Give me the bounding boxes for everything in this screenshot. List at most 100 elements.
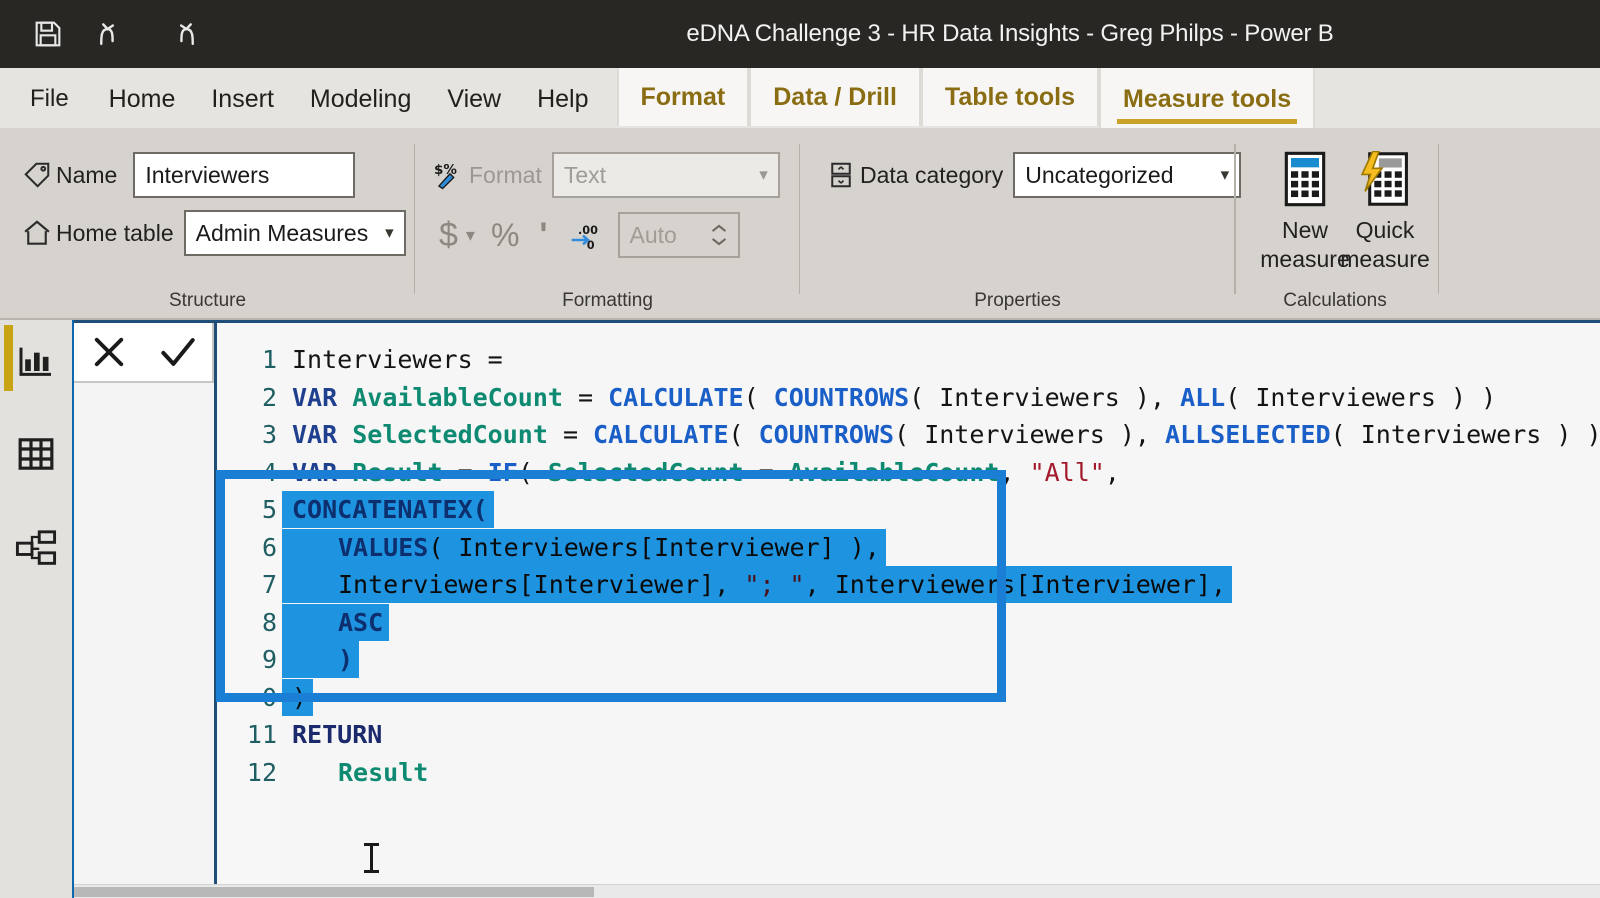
tab-home[interactable]: Home: [91, 68, 194, 130]
dax-formula-panel: 1 2 3 4 5 6 7 8 9 0 11 12 Interviewers = VAR Availab…: [74, 320, 1600, 898]
home-icon: [18, 218, 56, 248]
group-label-formatting: Formatting: [562, 290, 653, 311]
tab-file[interactable]: File: [0, 68, 91, 130]
data-category-row: Data category Uncategorized ▾: [822, 152, 1242, 198]
code-line[interactable]: VAR Result = IF( SelectedCount = Availab…: [282, 454, 1126, 491]
svg-text:$%: $%: [434, 162, 457, 178]
home-table-row: Home table Admin Measures ▾: [18, 210, 406, 256]
data-category-label: Data category: [860, 161, 1004, 188]
line-number: 8: [261, 607, 277, 637]
code-token: , Interviewers[Interviewer],: [804, 570, 1227, 599]
tab-view[interactable]: View: [429, 68, 519, 130]
format-select[interactable]: Text ▾: [551, 152, 780, 198]
code-line[interactable]: ): [282, 678, 314, 716]
formula-commit-buttons: [74, 323, 214, 383]
code-token: Interviewers[Interviewer],: [338, 570, 745, 599]
code-token: VAR: [292, 382, 353, 412]
scrollbar-thumb[interactable]: [74, 887, 594, 897]
sidebar-item-model-view[interactable]: [0, 512, 72, 584]
quick-measure-button[interactable]: Quick measure: [1331, 148, 1439, 275]
code-token: SelectedCount: [547, 457, 744, 487]
cancel-formula-button[interactable]: [83, 326, 135, 378]
code-line[interactable]: CONCATENATEX(: [282, 491, 494, 528]
code-line[interactable]: Interviewers =: [282, 341, 509, 378]
svg-text:.00: .00: [578, 224, 598, 237]
line-number: 4: [261, 457, 277, 487]
line-number-gutter: 1 2 3 4 5 6 7 8 9 0 11 12: [214, 323, 282, 898]
format-row: $% Format Text ▾: [431, 152, 780, 198]
code-token: CONCATENATEX(: [292, 495, 488, 524]
sidebar-item-report-view[interactable]: [0, 325, 72, 397]
accept-formula-button[interactable]: [152, 326, 204, 378]
tab-modeling[interactable]: Modeling: [292, 68, 429, 130]
tab-help[interactable]: Help: [519, 68, 606, 130]
code-token: ( Interviewers ),: [909, 382, 1181, 412]
code-token: IF: [487, 457, 518, 487]
home-table-value: Admin Measures: [195, 219, 369, 246]
quick-access-toolbar: [0, 14, 200, 54]
code-token: COUNTROWS: [758, 420, 895, 449]
decimal-places-stepper[interactable]: Auto: [617, 212, 740, 258]
stepper-arrows-icon[interactable]: [710, 223, 728, 247]
decrease-decimals-icon[interactable]: .00 0: [566, 220, 600, 250]
currency-format-button[interactable]: $: [439, 216, 458, 255]
quick-measure-label-2: measure: [1340, 246, 1430, 273]
ribbon-tab-strip: File Home Insert Modeling View Help Form…: [0, 68, 1600, 130]
tab-table-tools[interactable]: Table tools: [920, 68, 1100, 126]
code-token: =: [743, 457, 789, 487]
data-category-select[interactable]: Uncategorized ▾: [1013, 152, 1242, 198]
undo-icon[interactable]: [94, 14, 134, 54]
code-line[interactable]: ASC: [282, 603, 390, 641]
currency-dropdown-icon[interactable]: ▾: [466, 225, 475, 246]
code-token: CALCULATE: [608, 382, 744, 412]
tab-data-drill[interactable]: Data / Drill: [749, 68, 921, 126]
data-category-icon: [822, 160, 860, 190]
redo-icon[interactable]: [160, 14, 200, 54]
measure-name-input[interactable]: Interviewers: [133, 152, 356, 198]
code-line[interactable]: RETURN: [282, 716, 388, 753]
code-token: RETURN: [292, 720, 383, 749]
save-icon[interactable]: [28, 14, 68, 54]
code-token: ALLSELECTED: [1165, 420, 1331, 449]
text-cursor-ibeam: [364, 843, 379, 873]
code-token: "; ": [744, 570, 805, 599]
quick-measure-icon: [1331, 148, 1439, 210]
code-token: Result: [338, 757, 429, 787]
chevron-down-icon: ▾: [759, 165, 768, 184]
tab-format[interactable]: Format: [616, 68, 750, 126]
percent-format-button[interactable]: %: [491, 217, 519, 254]
code-token: (: [517, 457, 548, 487]
format-paint-icon: $%: [431, 160, 469, 190]
code-line[interactable]: VAR AvailableCount = CALCULATE( COUNTROW…: [282, 379, 1502, 416]
code-line[interactable]: Result: [282, 754, 434, 791]
code-token: ALL: [1180, 382, 1226, 412]
code-line[interactable]: VALUES( Interviewers[Interviewer] ),: [282, 528, 886, 566]
chevron-down-icon: ▾: [1220, 165, 1230, 184]
tab-measure-tools[interactable]: Measure tools: [1099, 68, 1316, 130]
power-bi-window: eDNA Challenge 3 - HR Data Insights - Gr…: [0, 0, 1600, 898]
code-token: VALUES: [338, 532, 429, 562]
code-token: ): [338, 645, 354, 674]
svg-text:0: 0: [586, 239, 594, 250]
tag-icon: [18, 160, 56, 190]
horizontal-scrollbar[interactable]: [74, 884, 1600, 898]
code-token: ASC: [338, 607, 384, 637]
name-label: Name: [56, 161, 118, 188]
code-line[interactable]: VAR SelectedCount = CALCULATE( COUNTROWS…: [282, 416, 1600, 453]
home-table-select[interactable]: Admin Measures ▾: [183, 210, 406, 256]
code-line[interactable]: ): [282, 641, 360, 678]
window-title: eDNA Challenge 3 - HR Data Insights - Gr…: [686, 20, 1334, 47]
thousands-separator-button[interactable]: ': [539, 216, 547, 255]
dax-editor[interactable]: Interviewers = VAR AvailableCount = CALCU…: [282, 323, 1600, 898]
ribbon-group-formatting: $% Format Text ▾ $ ▾ % ' .00 0 Auto Form…: [415, 130, 800, 320]
decimal-places-value: Auto: [629, 221, 677, 248]
line-number: 2: [261, 382, 277, 412]
code-line[interactable]: Interviewers[Interviewer], "; ", Intervi…: [282, 566, 1233, 603]
ribbon-group-properties: Data category Uncategorized ▾ Properties: [800, 130, 1242, 320]
format-value: Text: [563, 161, 607, 188]
group-label-calculations: Calculations: [1283, 290, 1387, 311]
code-token: (: [728, 420, 759, 449]
tab-insert[interactable]: Insert: [193, 68, 292, 130]
sidebar-item-data-view[interactable]: [0, 418, 72, 490]
code-token: ,: [1104, 457, 1120, 487]
